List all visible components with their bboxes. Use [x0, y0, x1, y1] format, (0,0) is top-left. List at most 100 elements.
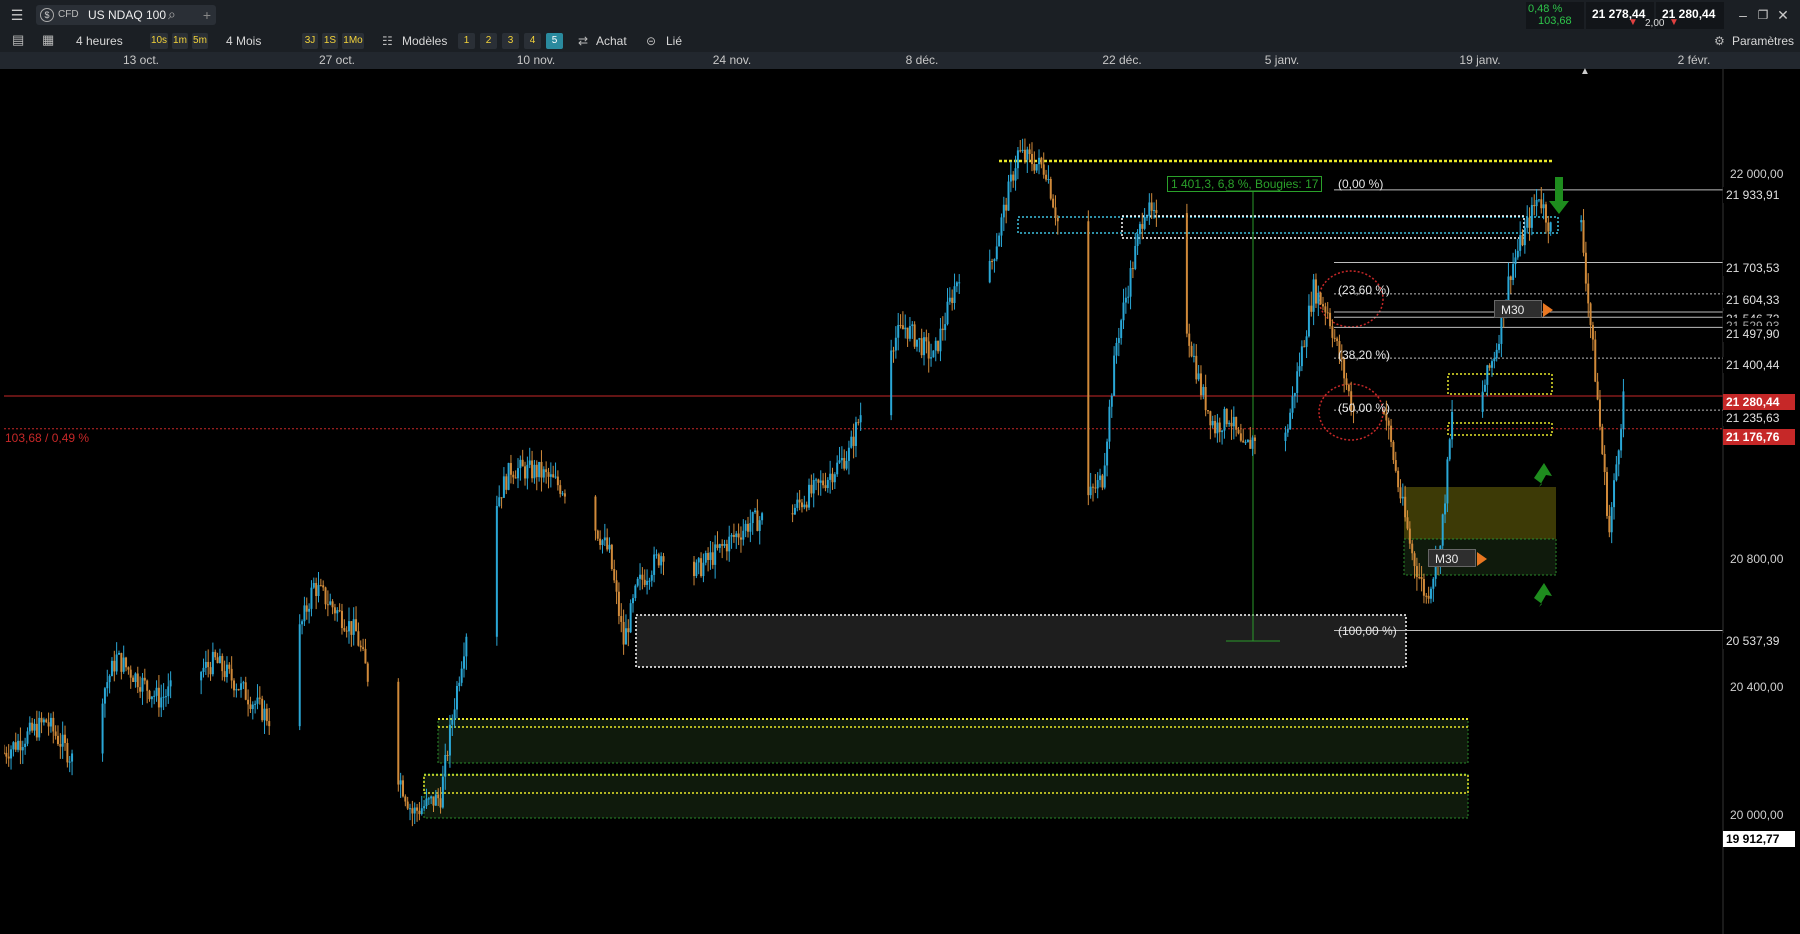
candle-body	[639, 574, 642, 579]
candle-body	[714, 544, 717, 565]
dollar-icon: $	[40, 8, 54, 22]
change-box: 0,48 % 103,68	[1526, 2, 1584, 29]
candle-body	[1495, 349, 1498, 359]
layout-button-1[interactable]: 1	[458, 33, 475, 49]
candle-body	[425, 798, 428, 807]
restore-icon[interactable]: ❐	[1752, 4, 1774, 26]
candle-body	[1117, 338, 1120, 343]
date-tick: 5 janv.	[1264, 53, 1300, 67]
range-button-1mo[interactable]: 1Mo	[342, 33, 364, 49]
candle-body	[155, 687, 158, 696]
candle-body	[1411, 543, 1414, 554]
change-pts: 103,68	[1538, 15, 1572, 27]
candle-body	[225, 664, 228, 678]
candle-body	[33, 723, 36, 731]
candle-body	[345, 630, 348, 632]
bid-box[interactable]: 21 278,44	[1586, 2, 1654, 29]
candle-body	[859, 415, 862, 423]
candle-body	[1092, 486, 1095, 488]
candle-body	[1141, 224, 1144, 229]
candle-body	[620, 616, 623, 622]
candle-body	[1230, 422, 1233, 427]
search-icon[interactable]: ⌕	[168, 5, 176, 23]
price-chart[interactable]	[4, 69, 1724, 934]
candle-body	[1314, 279, 1317, 304]
candle-body	[798, 499, 801, 503]
link-button[interactable]: Lié	[666, 32, 682, 50]
symbol-selector[interactable]: $ CFD US NDAQ 100 ⌕	[36, 5, 216, 25]
candle-body	[312, 583, 315, 588]
candle-body	[221, 656, 224, 672]
gear-icon[interactable]: ⚙	[1714, 32, 1725, 50]
close-icon[interactable]: ✕	[1772, 4, 1794, 26]
candle-body	[160, 697, 163, 708]
chart-toolbar: ▤ ▦ 4 heures 10s 1m 5m 4 Mois 3J 1S 1Mo …	[0, 30, 1800, 53]
settings-button[interactable]: Paramètres	[1732, 32, 1794, 50]
candle-body	[1603, 453, 1606, 473]
candle-body	[554, 476, 557, 478]
candle-body	[953, 286, 956, 304]
candle-body	[1343, 359, 1346, 379]
candle-body	[298, 624, 301, 727]
buy-button[interactable]: Achat	[596, 32, 627, 50]
range-select[interactable]: 4 Mois	[226, 32, 261, 50]
candle-body	[1056, 217, 1059, 222]
candle-body	[21, 747, 24, 751]
scroll-marker-icon[interactable]: ▲	[1580, 66, 1590, 77]
candle-body	[1035, 164, 1038, 171]
candle-body	[315, 583, 318, 597]
candle-body	[1038, 157, 1041, 165]
candle-body	[1420, 577, 1423, 580]
list-icon[interactable]: ▤	[12, 31, 24, 49]
candle-body	[617, 591, 620, 617]
candle-body	[237, 689, 240, 691]
candle-body	[847, 447, 850, 461]
candle-body	[728, 536, 731, 552]
candle-body	[615, 580, 618, 592]
candle-body	[35, 723, 38, 738]
candle-body	[1291, 396, 1294, 413]
tf-button-10s[interactable]: 10s	[150, 33, 168, 49]
layout-button-4[interactable]: 4	[524, 33, 541, 49]
candle-body	[404, 796, 407, 802]
range-button-1s[interactable]: 1S	[322, 33, 338, 49]
candle-body	[721, 544, 724, 546]
candle-body	[514, 477, 517, 479]
price-axis-label: 20 000,00	[1730, 808, 1784, 822]
date-axis: 13 oct. 27 oct. 10 nov. 24 nov. 8 déc. 2…	[0, 52, 1800, 69]
candle-body	[1228, 422, 1231, 425]
layout-button-2[interactable]: 2	[480, 33, 497, 49]
candle-body	[437, 794, 440, 799]
candle-body	[1523, 227, 1526, 246]
candle-body	[139, 687, 142, 692]
candle-body	[1047, 179, 1050, 181]
candle-body	[1122, 302, 1125, 321]
hamburger-icon[interactable]: ☰	[6, 4, 28, 26]
candle-body	[40, 717, 43, 723]
candle-body	[1387, 420, 1390, 426]
candle-body	[944, 324, 947, 331]
candle-body	[718, 544, 721, 548]
candle-body	[812, 480, 815, 494]
candle-body	[364, 648, 367, 664]
tf-button-5m[interactable]: 5m	[192, 33, 208, 49]
candle-body	[1498, 343, 1501, 350]
layout-button-3[interactable]: 3	[502, 33, 519, 49]
candle-body	[448, 724, 451, 756]
candle-body	[1486, 365, 1489, 385]
candle-body	[1211, 421, 1214, 426]
candle-body	[662, 556, 665, 562]
candle-body	[240, 683, 243, 690]
ask-box[interactable]: 21 280,44	[1656, 2, 1724, 29]
timeframe-select[interactable]: 4 heures	[76, 32, 123, 50]
plus-icon[interactable]: +	[196, 4, 218, 26]
candle-body	[927, 341, 930, 359]
layout-button-5-active[interactable]: 5	[546, 33, 563, 49]
range-button-3j[interactable]: 3J	[302, 33, 318, 49]
layout-grid-icon[interactable]: ▦	[42, 31, 54, 49]
tf-button-1m[interactable]: 1m	[172, 33, 188, 49]
candle-body	[631, 598, 634, 604]
templates-button[interactable]: Modèles	[402, 32, 447, 50]
minimize-icon[interactable]: –	[1732, 4, 1754, 26]
candle-body	[1028, 149, 1031, 154]
